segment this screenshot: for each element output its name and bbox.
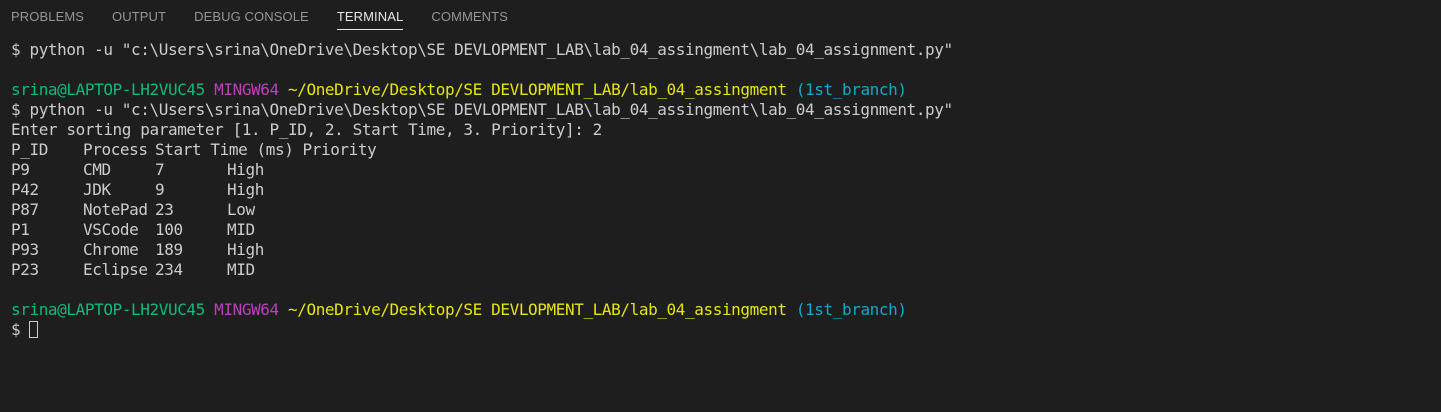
- row-priority: High: [227, 180, 264, 199]
- row-priority: MID: [227, 260, 255, 279]
- row-process: Eclipse: [83, 260, 148, 279]
- row-pid: P87: [11, 200, 39, 219]
- table-row: P87 NotePad 23 Low: [11, 200, 1431, 220]
- prompt-user-host: srina@LAPTOP-LH2VUC45: [11, 80, 205, 99]
- row-start-time: 189: [155, 240, 183, 259]
- terminal-output[interactable]: $ python -u "c:\Users\srina\OneDrive\Des…: [11, 40, 1431, 400]
- row-priority: High: [227, 240, 264, 259]
- table-row: P1 VSCode 100 MID: [11, 220, 1431, 240]
- row-process: VSCode: [83, 220, 139, 239]
- row-process: JDK: [83, 180, 111, 199]
- terminal-command-line: $ python -u "c:\Users\srina\OneDrive\Des…: [11, 40, 953, 59]
- prompt-user-host: srina@LAPTOP-LH2VUC45: [11, 300, 205, 319]
- header-priority: Priority: [302, 140, 377, 159]
- row-process: NotePad: [83, 200, 148, 219]
- terminal-input-prompt: Enter sorting parameter [1. P_ID, 2. Sta…: [11, 120, 602, 139]
- table-row: P42 JDK 9 High: [11, 180, 1431, 200]
- prompt-path: ~/OneDrive/Desktop/SE DEVLOPMENT_LAB/lab…: [288, 300, 787, 319]
- table-header: P_ID Process Start Time (ms) Priority: [11, 140, 1431, 160]
- table-row: P93 Chrome 189 High: [11, 240, 1431, 260]
- row-process: CMD: [83, 160, 111, 179]
- terminal-input-line[interactable]: $: [11, 320, 1431, 340]
- row-start-time: 23: [155, 200, 174, 219]
- table-row: P23 Eclipse 234 MID: [11, 260, 1431, 280]
- terminal-cursor: [29, 321, 39, 338]
- tab-problems[interactable]: PROBLEMS: [11, 0, 84, 34]
- row-process: Chrome: [83, 240, 139, 259]
- row-start-time: 7: [155, 160, 165, 179]
- row-pid: P9: [11, 160, 30, 179]
- prompt-symbol: $: [11, 320, 21, 339]
- row-priority: Low: [227, 200, 255, 219]
- row-pid: P23: [11, 260, 39, 279]
- prompt-branch: (1st_branch): [795, 80, 907, 99]
- terminal-command-line: $ python -u "c:\Users\srina\OneDrive\Des…: [11, 100, 953, 119]
- row-pid: P93: [11, 240, 39, 259]
- row-start-time: 100: [155, 220, 183, 239]
- tab-comments[interactable]: COMMENTS: [431, 0, 508, 34]
- terminal-prompt-line: srina@LAPTOP-LH2VUC45 MINGW64 ~/OneDrive…: [11, 80, 1431, 100]
- row-start-time: 234: [155, 260, 183, 279]
- header-process: Process: [83, 140, 148, 159]
- prompt-shell: MINGW64: [214, 80, 279, 99]
- row-priority: MID: [227, 220, 255, 239]
- tab-debug-console[interactable]: DEBUG CONSOLE: [194, 0, 309, 34]
- prompt-shell: MINGW64: [214, 300, 279, 319]
- prompt-path: ~/OneDrive/Desktop/SE DEVLOPMENT_LAB/lab…: [288, 80, 787, 99]
- terminal-prompt-line: srina@LAPTOP-LH2VUC45 MINGW64 ~/OneDrive…: [11, 300, 1431, 320]
- row-pid: P42: [11, 180, 39, 199]
- tab-output[interactable]: OUTPUT: [112, 0, 166, 34]
- row-priority: High: [227, 160, 264, 179]
- table-row: P9 CMD 7 High: [11, 160, 1431, 180]
- tab-terminal[interactable]: TERMINAL: [336, 0, 404, 34]
- row-start-time: 9: [155, 180, 165, 199]
- row-pid: P1: [11, 220, 30, 239]
- header-start-time: Start Time (ms): [155, 140, 294, 159]
- panel-tab-bar: PROBLEMS OUTPUT DEBUG CONSOLE TERMINAL C…: [0, 0, 1441, 34]
- header-pid: P_ID: [11, 140, 48, 159]
- prompt-branch: (1st_branch): [795, 300, 907, 319]
